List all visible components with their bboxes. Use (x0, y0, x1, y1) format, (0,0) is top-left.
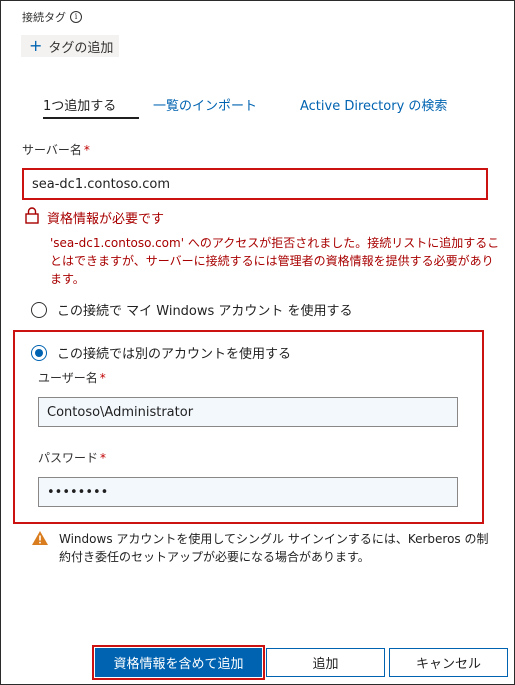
username-input[interactable] (38, 397, 458, 427)
error-message: 'sea-dc1.contoso.com' へのアクセスが拒否されました。接続リ… (50, 236, 500, 286)
username-label-text: ユーザー名 (38, 371, 98, 385)
add-tag-button[interactable]: + タグの追加 (21, 35, 120, 57)
info-icon[interactable]: i (70, 11, 82, 23)
radio-label-windows-account: この接続で マイ Windows アカウント を使用する (57, 304, 353, 319)
server-name-input[interactable] (22, 168, 488, 200)
radio-label-other-account: この接続では別のアカウントを使用する (57, 347, 292, 362)
password-input[interactable] (38, 477, 458, 507)
connection-tags-header: 接続タグ i (22, 9, 82, 25)
add-tag-label: タグの追加 (48, 40, 114, 56)
tab-import-list[interactable]: 一覧のインポート (153, 95, 300, 119)
required-mark: * (83, 143, 90, 157)
radio-button[interactable] (31, 301, 47, 318)
kerberos-warning: Windows アカウントを使用してシングル サインインするには、Kerbero… (31, 530, 495, 566)
active-tab-indicator (43, 117, 139, 119)
radio-use-my-windows-account[interactable]: この接続で マイ Windows アカウント を使用する (31, 300, 353, 319)
connection-tags-label: 接続タグ (22, 11, 66, 24)
required-mark: * (99, 371, 106, 385)
tab-search-active-directory[interactable]: Active Directory の検索 (300, 95, 447, 119)
warning-text: Windows アカウントを使用してシングル サインインするには、Kerbero… (59, 532, 489, 564)
lock-icon (25, 206, 39, 228)
cancel-button[interactable]: キャンセル (389, 648, 508, 677)
warning-icon (31, 530, 49, 566)
add-button[interactable]: 追加 (266, 648, 385, 677)
tab-bar: 1つ追加する 一覧のインポート Active Directory の検索 (43, 95, 447, 119)
server-name-label: サーバー名 * (22, 141, 90, 158)
radio-button-selected[interactable] (31, 344, 47, 361)
required-mark: * (100, 451, 107, 465)
error-title: 資格情報が必要です (47, 211, 165, 227)
add-server-panel: 接続タグ i + タグの追加 1つ追加する 一覧のインポート Active Di… (0, 0, 515, 685)
tab-add-one[interactable]: 1つ追加する (43, 95, 153, 119)
plus-icon: + (29, 36, 43, 55)
credentials-required-error: 資格情報が必要です (25, 206, 164, 228)
username-label: ユーザー名 * (38, 369, 106, 386)
password-label-text: パスワード (38, 451, 99, 465)
password-label: パスワード * (38, 449, 106, 466)
server-name-label-text: サーバー名 (22, 143, 82, 157)
add-with-credentials-button[interactable]: 資格情報を含めて追加 (92, 645, 265, 680)
radio-use-another-account[interactable]: この接続では別のアカウントを使用する (31, 343, 291, 362)
